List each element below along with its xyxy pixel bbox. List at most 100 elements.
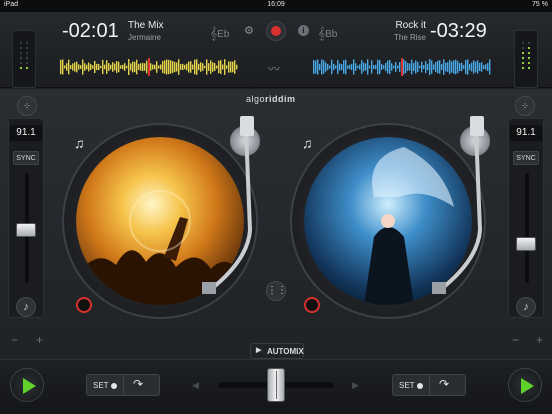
deck-b-library-button[interactable]: ♪: [516, 297, 536, 317]
waveform-bar: [156, 61, 158, 73]
waveform-bar: [459, 63, 461, 71]
waveform-bar: [391, 63, 393, 71]
waveform-bar: [172, 61, 174, 73]
waveform-bar: [365, 63, 367, 71]
waveform-bar: [166, 59, 168, 75]
waveform-bar: [315, 60, 317, 74]
waveform-bar: [351, 63, 353, 71]
deck-b-waveform[interactable]: [313, 58, 491, 76]
deck-a-tonearm[interactable]: [190, 110, 270, 310]
deck-b-play-button[interactable]: [508, 368, 542, 402]
deck-b-pitch-fader[interactable]: [516, 237, 536, 251]
grid-button[interactable]: ⋮⋮: [266, 281, 287, 301]
waveform-bar: [94, 60, 96, 74]
sampler-right-button[interactable]: ⁘: [515, 96, 535, 116]
deck-a-cue-dot[interactable]: [76, 297, 92, 313]
settings-icon[interactable]: ⚙: [244, 24, 254, 37]
waveform-bar: [383, 65, 385, 69]
waveform-bar: [465, 60, 467, 74]
pitch-minus-a[interactable]: −: [11, 333, 18, 347]
deck-b-key[interactable]: 𝄞Bb: [318, 24, 348, 40]
waveform-bar: [198, 63, 200, 71]
waveform-bar: [208, 63, 210, 71]
deck-a-loop-button[interactable]: ↷: [133, 377, 143, 391]
waveform-bar: [192, 64, 194, 70]
waveform-bar: [399, 62, 401, 72]
deck-a-library-button[interactable]: ♪: [16, 297, 36, 317]
pitch-plus-a[interactable]: +: [36, 333, 43, 347]
waveform-bar: [146, 60, 148, 74]
deck-a-title: The Mix: [128, 20, 164, 31]
waveform-bar: [369, 65, 371, 69]
waveform-bar: [409, 63, 411, 71]
waveform-bar: [86, 64, 88, 70]
deck-b-sync-button[interactable]: SYNC: [513, 151, 539, 165]
play-icon: [521, 378, 534, 394]
waveform-bar: [425, 61, 427, 73]
deck-a-waveform[interactable]: [60, 58, 238, 76]
waveform-icon[interactable]: 〰: [268, 60, 280, 77]
waveform-bar: [463, 65, 465, 69]
waveform-bar: [353, 59, 355, 75]
waveform-bar: [359, 64, 361, 70]
waveform-bar: [170, 60, 172, 74]
waveform-bar: [389, 59, 391, 75]
grid-icon: ⋮⋮: [267, 285, 287, 296]
cue-dot-icon: [417, 383, 423, 389]
sampler-icon: ⁘: [521, 101, 529, 111]
waveform-bar: [140, 63, 142, 71]
waveform-bar: [485, 64, 487, 70]
deck-a-sync-button[interactable]: SYNC: [13, 151, 39, 165]
crossfader-right-arrow-icon[interactable]: ▶: [352, 380, 359, 391]
deck-a-pitch-fader[interactable]: [16, 223, 36, 237]
deck-b-cue-dot[interactable]: [304, 297, 320, 313]
pitch-minus-b[interactable]: −: [512, 333, 519, 347]
waveform-bar: [445, 62, 447, 72]
music-note-icon: ♪: [23, 301, 29, 313]
loop-arrow-icon: ↷: [439, 377, 450, 391]
deck-a-set-button[interactable]: SET: [93, 381, 109, 390]
waveform-bar: [397, 65, 399, 69]
record-button[interactable]: [266, 21, 286, 41]
waveform-bar: [347, 65, 349, 69]
waveform-bar: [76, 61, 78, 73]
deck-b-tonearm[interactable]: [420, 110, 500, 310]
brand-name-a: algo: [246, 94, 266, 104]
info-icon[interactable]: i: [298, 25, 309, 36]
deck-a-play-button[interactable]: [10, 368, 44, 402]
waveform-bar: [461, 62, 463, 72]
waveform-bar: [331, 59, 333, 75]
sampler-left-button[interactable]: ⁘: [17, 96, 37, 116]
waveform-bar: [423, 65, 425, 69]
waveform-bar: [377, 59, 379, 75]
waveform-bar: [180, 64, 182, 70]
waveform-bar: [168, 59, 170, 75]
waveform-bar: [427, 63, 429, 71]
waveform-bar: [447, 62, 449, 72]
deck-b-set-button[interactable]: SET: [399, 381, 415, 390]
crossfader-left-arrow-icon[interactable]: ◀: [192, 380, 199, 391]
deck-a-artist: Jermaine: [128, 33, 161, 42]
waveform-bar: [475, 61, 477, 73]
deck-a-key[interactable]: 𝄞Eb: [210, 24, 240, 40]
waveform-bar: [74, 62, 76, 72]
waveform-bar: [136, 59, 138, 75]
deck-b-loop-button[interactable]: ↷: [439, 377, 449, 391]
waveform-bar: [82, 59, 84, 75]
waveform-bar: [479, 62, 481, 72]
waveform-bar: [154, 64, 156, 70]
record-icon: [271, 26, 281, 36]
pitch-plus-b[interactable]: +: [536, 333, 543, 347]
crossfader-knob[interactable]: [267, 368, 285, 402]
waveform-bar: [371, 60, 373, 74]
waveform-bar: [162, 60, 164, 74]
waveform-bar: [106, 60, 108, 74]
deck-b-title: Rock it: [395, 20, 426, 31]
waveform-bar: [413, 62, 415, 72]
waveform-bar: [319, 63, 321, 71]
automix-button[interactable]: ▶ AUTOMIX: [250, 343, 304, 359]
brand-logo: algoriddim: [246, 94, 296, 104]
waveform-bar: [78, 64, 80, 70]
waveform-bar: [357, 65, 359, 69]
waveform-bar: [327, 63, 329, 71]
